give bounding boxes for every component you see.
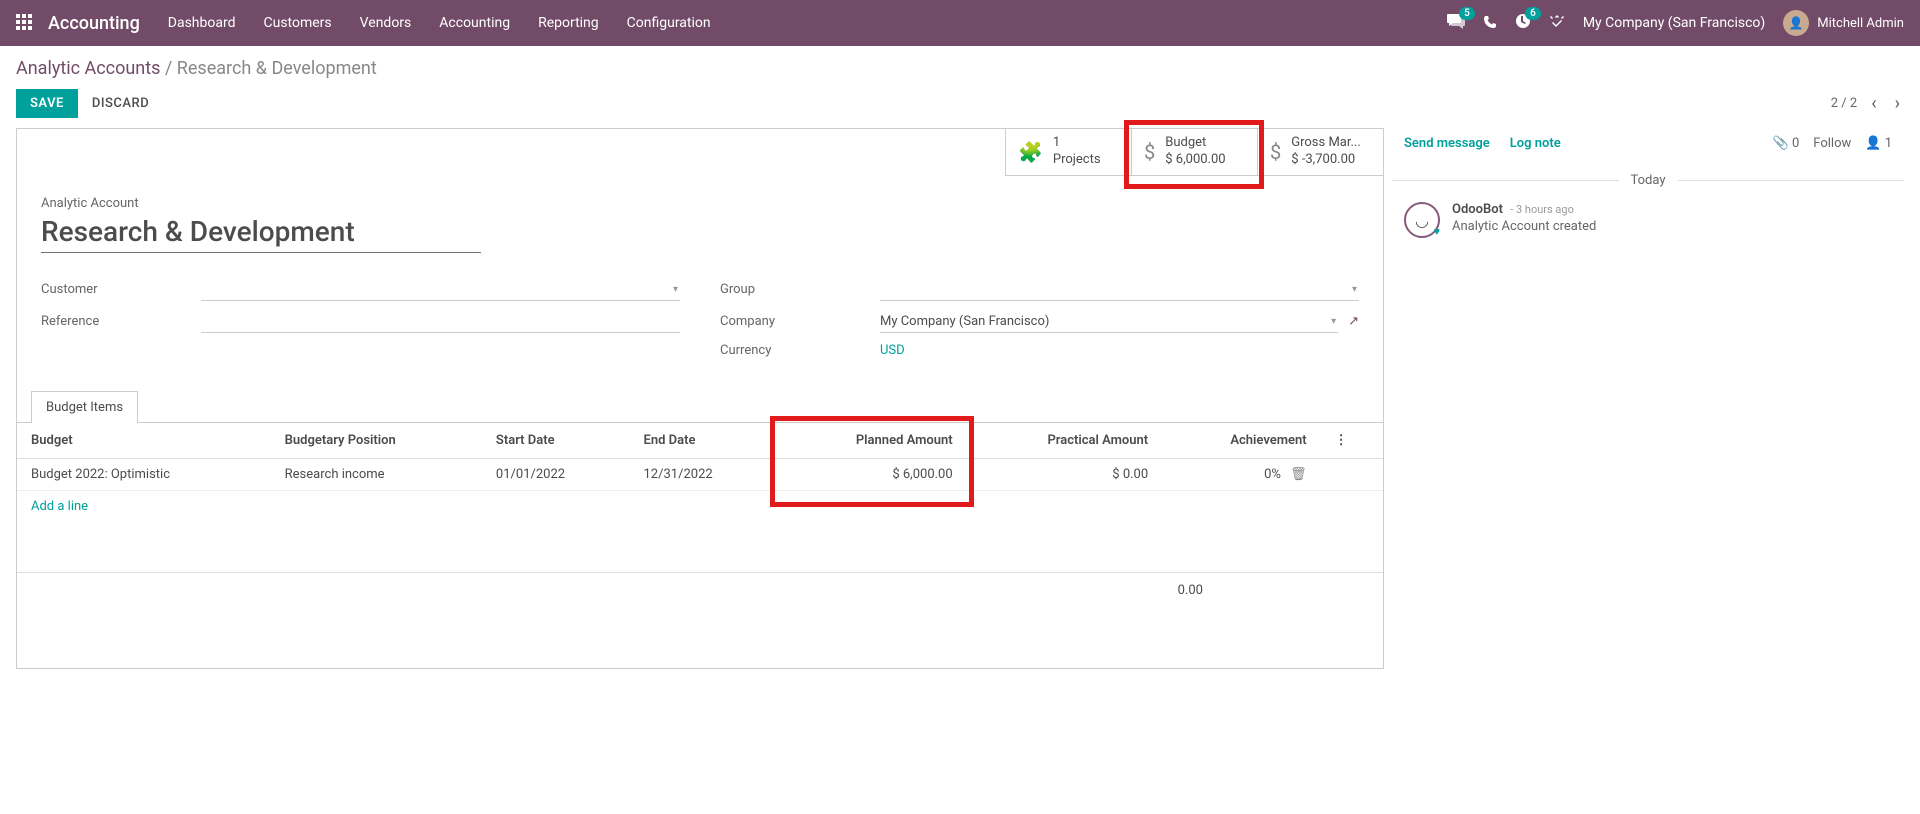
col-planned[interactable]: Planned Amount xyxy=(777,423,967,459)
label-company: Company xyxy=(720,314,880,329)
reference-input[interactable] xyxy=(201,311,680,333)
customer-input[interactable] xyxy=(201,279,680,301)
chatter-message: ◡ ♥ OdooBot - 3 hours ago Analytic Accou… xyxy=(1392,196,1904,244)
stat-gross-amount: $ -3,700.00 xyxy=(1291,152,1361,169)
label-group: Group xyxy=(720,282,880,297)
add-line-link[interactable]: Add a line xyxy=(31,499,88,514)
send-message-button[interactable]: Send message xyxy=(1404,136,1490,151)
stat-budget-label: Budget xyxy=(1165,135,1206,150)
message-time: - 3 hours ago xyxy=(1510,203,1574,216)
col-achievement[interactable]: Achievement xyxy=(1162,423,1320,459)
budget-items-table: Budget Budgetary Position Start Date End… xyxy=(17,423,1383,522)
menu-customers[interactable]: Customers xyxy=(264,15,332,31)
cell-budget[interactable]: Budget 2022: Optimistic xyxy=(17,458,271,490)
stat-gross-margin[interactable]: $ Gross Mar... $ -3,700.00 xyxy=(1257,129,1383,176)
followers-button[interactable]: 👤 1 xyxy=(1865,136,1892,151)
pager: 2 / 2 ‹ › xyxy=(1831,93,1904,114)
cell-achievement[interactable]: 0% 🗑 xyxy=(1162,458,1320,490)
breadcrumb: Analytic Accounts / Research & Developme… xyxy=(16,58,1904,79)
save-button[interactable]: SAVE xyxy=(16,89,78,118)
currency-value[interactable]: USD xyxy=(880,343,905,358)
menu-configuration[interactable]: Configuration xyxy=(627,15,711,31)
stat-projects-label: Projects xyxy=(1053,152,1101,169)
company-input[interactable] xyxy=(880,311,1338,333)
tab-budget-items[interactable]: Budget Items xyxy=(31,391,138,423)
pager-prev[interactable]: ‹ xyxy=(1867,93,1880,114)
company-selector[interactable]: My Company (San Francisco) xyxy=(1583,15,1765,31)
chatter-date-separator: Today xyxy=(1392,173,1904,188)
pager-text[interactable]: 2 / 2 xyxy=(1831,96,1857,111)
trash-icon[interactable]: 🗑 xyxy=(1290,467,1307,482)
breadcrumb-root[interactable]: Analytic Accounts xyxy=(16,58,160,79)
module-title[interactable]: Accounting xyxy=(48,13,140,34)
subheader: Analytic Accounts / Research & Developme… xyxy=(0,46,1920,128)
pager-next[interactable]: › xyxy=(1891,93,1904,114)
stat-projects-count: 1 xyxy=(1053,135,1060,150)
stat-budget-amount: $ 6,000.00 xyxy=(1165,152,1225,169)
group-input[interactable] xyxy=(880,279,1359,301)
col-start[interactable]: Start Date xyxy=(482,423,630,459)
activities-badge: 6 xyxy=(1525,7,1541,20)
col-end[interactable]: End Date xyxy=(630,423,778,459)
menu-reporting[interactable]: Reporting xyxy=(538,15,599,31)
dollar-icon: $ xyxy=(1144,140,1155,164)
breadcrumb-current: Research & Development xyxy=(177,58,377,79)
log-note-button[interactable]: Log note xyxy=(1510,136,1561,151)
message-author: OdooBot xyxy=(1452,202,1503,217)
col-budget[interactable]: Budget xyxy=(17,423,271,459)
cell-planned[interactable]: $ 6,000.00 xyxy=(777,458,967,490)
col-options[interactable]: ⋮ xyxy=(1321,423,1383,459)
puzzle-icon: 🧩 xyxy=(1018,140,1043,164)
menu-vendors[interactable]: Vendors xyxy=(360,15,412,31)
footer-total: 0.00 xyxy=(1178,583,1203,598)
chatter-panel: Send message Log note 📎 0 Follow 👤 1 Tod… xyxy=(1392,128,1904,669)
table-row[interactable]: Budget 2022: Optimistic Research income … xyxy=(17,458,1383,490)
odoobot-avatar: ◡ ♥ xyxy=(1404,202,1440,238)
stat-buttons: 🧩 1 Projects $ Budget $ 6,000.00 $ Gross… xyxy=(17,129,1383,176)
top-navbar: Accounting Dashboard Customers Vendors A… xyxy=(0,0,1920,46)
messages-badge: 5 xyxy=(1459,7,1475,20)
discard-button[interactable]: DISCARD xyxy=(92,96,149,111)
menu-accounting[interactable]: Accounting xyxy=(439,15,510,31)
user-menu[interactable]: 👤 Mitchell Admin xyxy=(1783,10,1904,36)
debug-icon[interactable] xyxy=(1549,13,1565,33)
phone-icon[interactable] xyxy=(1483,14,1497,33)
activities-icon[interactable]: 6 xyxy=(1515,13,1531,33)
label-reference: Reference xyxy=(41,314,201,329)
apps-icon[interactable] xyxy=(16,14,34,32)
messages-icon[interactable]: 5 xyxy=(1447,13,1465,33)
label-currency: Currency xyxy=(720,343,880,358)
form-panel: 🧩 1 Projects $ Budget $ 6,000.00 $ Gross… xyxy=(16,128,1384,669)
col-position[interactable]: Budgetary Position xyxy=(271,423,482,459)
main-menu: Dashboard Customers Vendors Accounting R… xyxy=(168,15,711,31)
col-practical[interactable]: Practical Amount xyxy=(967,423,1163,459)
cell-start[interactable]: 01/01/2022 xyxy=(482,458,630,490)
follow-button[interactable]: Follow xyxy=(1813,136,1851,151)
stat-gross-label: Gross Mar... xyxy=(1291,135,1361,150)
message-text: Analytic Account created xyxy=(1452,219,1596,234)
attachments-button[interactable]: 📎 0 xyxy=(1773,136,1800,151)
cell-end[interactable]: 12/31/2022 xyxy=(630,458,778,490)
label-customer: Customer xyxy=(41,282,201,297)
tab-content: Budget Budgetary Position Start Date End… xyxy=(17,422,1383,668)
user-name: Mitchell Admin xyxy=(1817,16,1904,31)
cell-position[interactable]: Research income xyxy=(271,458,482,490)
dollar-icon: $ xyxy=(1270,140,1281,164)
tabs: Budget Items xyxy=(17,390,1383,422)
avatar: 👤 xyxy=(1783,10,1809,36)
stat-projects[interactable]: 🧩 1 Projects xyxy=(1005,129,1131,176)
analytic-account-title-input[interactable] xyxy=(41,213,481,253)
title-label: Analytic Account xyxy=(41,196,1359,211)
cell-practical[interactable]: $ 0.00 xyxy=(967,458,1163,490)
stat-budget[interactable]: $ Budget $ 6,000.00 xyxy=(1131,129,1257,176)
menu-dashboard[interactable]: Dashboard xyxy=(168,15,236,31)
table-footer: 0.00 xyxy=(17,572,1383,608)
external-link-icon[interactable]: ↗ xyxy=(1348,314,1359,329)
